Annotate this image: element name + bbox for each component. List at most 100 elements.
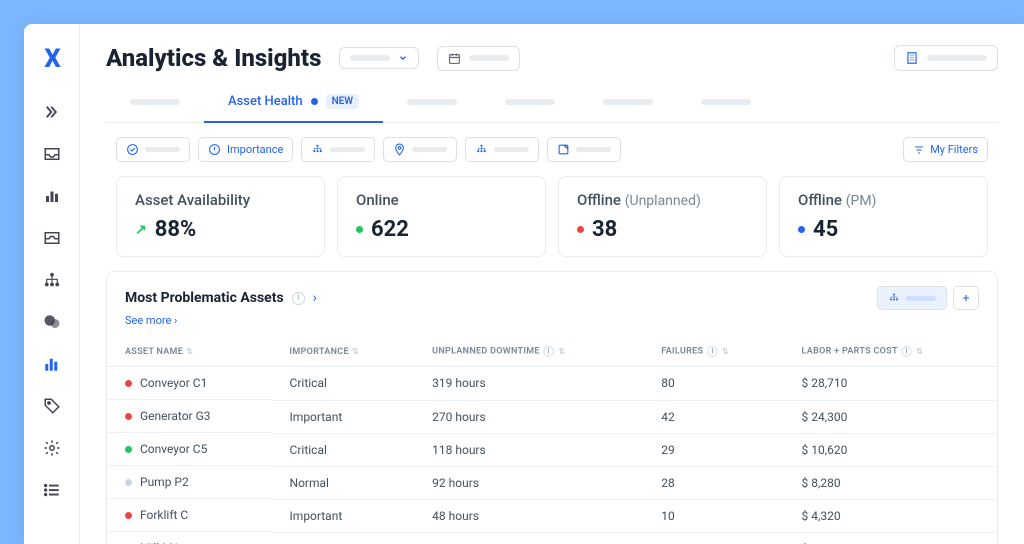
table-row[interactable]: Generator G3 Important270 hours42$ 24,300 (107, 400, 997, 433)
table-row[interactable]: Mill M1Important47 hours15$ 4,230 (107, 532, 997, 544)
importance-cell: Normal (272, 466, 415, 499)
kpi-label: Offline (PM) (798, 191, 969, 209)
downtime-cell: 92 hours (414, 466, 643, 499)
add-button[interactable]: + (953, 286, 979, 310)
tab-label: Asset Health (228, 94, 303, 109)
cost-cell: $ 4,320 (784, 499, 997, 532)
table-row[interactable]: Forklift CImportant48 hours10$ 4,320 (107, 499, 997, 532)
col-failures[interactable]: Failures i⇅ (643, 337, 783, 367)
page-title: Analytics & Insights (106, 44, 321, 72)
analytics-icon[interactable] (42, 354, 62, 374)
tab-item[interactable] (106, 82, 204, 122)
filter-chip[interactable] (383, 137, 457, 162)
filter-chip[interactable] (301, 137, 375, 162)
failures-cell: 42 (643, 400, 783, 433)
chat-icon[interactable] (42, 312, 62, 332)
see-more-link[interactable]: See more › (107, 310, 997, 337)
col-importance[interactable]: Importance⇅ (272, 337, 415, 367)
status-dot-icon (356, 226, 363, 233)
info-icon[interactable]: i (292, 292, 305, 305)
group-by-button[interactable] (877, 286, 947, 310)
table-row[interactable]: Conveyor C5Critical118 hours29$ 10,620 (107, 433, 997, 466)
kpi-online[interactable]: Online 622 (337, 176, 546, 257)
kpi-label: Offline (Unplanned) (577, 191, 748, 209)
col-downtime[interactable]: Unplanned Downtime i⇅ (414, 337, 643, 367)
asset-name: Generator G3 (140, 409, 211, 423)
kpi-value: 622 (356, 217, 527, 242)
kpi-value: ↗ 88% (135, 217, 306, 242)
filter-chip[interactable] (465, 137, 539, 162)
status-dot-icon (577, 226, 584, 233)
importance-cell: Critical (272, 367, 415, 401)
cost-cell: $ 8,280 (784, 466, 997, 499)
failures-cell: 10 (643, 499, 783, 532)
kpi-value: 45 (798, 217, 969, 242)
cost-cell: $ 24,300 (784, 400, 997, 433)
table-row[interactable]: Pump P2Normal92 hours28$ 8,280 (107, 466, 997, 499)
app-frame: X Analytics (24, 24, 1024, 544)
table-row[interactable]: Conveyor C1 Critical319 hours80$ 28,710 (107, 367, 997, 401)
filter-bar: Importance My Filters (106, 137, 998, 162)
hierarchy-icon[interactable] (42, 270, 62, 290)
status-dot-icon (798, 226, 805, 233)
tab-bar: Asset Health NEW (106, 82, 998, 123)
main-content: Analytics & Insights Asset Health (80, 24, 1024, 544)
failures-cell: 15 (643, 532, 783, 544)
importance-cell: Important (272, 400, 415, 433)
failures-cell: 28 (643, 466, 783, 499)
status-dot-icon (125, 380, 132, 387)
section-title: Most Problematic Assets (125, 290, 284, 306)
tab-item[interactable] (579, 82, 677, 122)
kpi-offline-pm[interactable]: Offline (PM) 45 (779, 176, 988, 257)
list-icon[interactable] (42, 480, 62, 500)
inbox-icon[interactable] (42, 144, 62, 164)
expand-icon[interactable] (42, 102, 62, 122)
col-asset-name[interactable]: Asset Name⇅ (107, 337, 272, 367)
kpi-label: Asset Availability (135, 191, 306, 209)
status-dot-icon (125, 479, 132, 486)
sidebar: X (24, 24, 80, 544)
cost-cell: $ 28,710 (784, 367, 997, 401)
chevron-right-icon[interactable]: › (313, 290, 317, 306)
header: Analytics & Insights (106, 44, 998, 72)
kpi-row: Asset Availability ↗ 88% Online 622 Offl… (106, 176, 998, 257)
downtime-cell: 319 hours (414, 367, 643, 401)
importance-cell: Important (272, 532, 415, 544)
location-selector[interactable] (894, 45, 998, 71)
col-cost[interactable]: Labor + Parts Cost i⇅ (784, 337, 997, 367)
asset-name: Conveyor C1 (140, 376, 207, 390)
my-filters-button[interactable]: My Filters (903, 137, 988, 162)
assets-table: Asset Name⇅ Importance⇅ Unplanned Downti… (107, 337, 997, 544)
filter-chip[interactable] (547, 137, 621, 162)
new-badge: NEW (326, 94, 360, 109)
asset-name: Conveyor C5 (140, 442, 207, 456)
status-dot-icon (125, 512, 132, 519)
date-picker[interactable] (437, 46, 520, 71)
importance-cell: Important (272, 499, 415, 532)
tab-item[interactable] (677, 82, 775, 122)
downtime-cell: 47 hours (414, 532, 643, 544)
logo: X (44, 44, 59, 74)
status-dot-icon (125, 413, 132, 420)
tab-item[interactable] (383, 82, 481, 122)
kpi-offline-unplanned[interactable]: Offline (Unplanned) 38 (558, 176, 767, 257)
settings-icon[interactable] (42, 438, 62, 458)
chart-icon[interactable] (42, 186, 62, 206)
problematic-assets-section: Most Problematic Assets i › + See more ›… (106, 271, 998, 544)
outbox-icon[interactable] (42, 228, 62, 248)
scope-dropdown[interactable] (339, 47, 419, 69)
downtime-cell: 270 hours (414, 400, 643, 433)
downtime-cell: 118 hours (414, 433, 643, 466)
kpi-availability[interactable]: Asset Availability ↗ 88% (116, 176, 325, 257)
asset-name: Forklift C (140, 508, 188, 522)
cost-cell: $ 4,230 (784, 532, 997, 544)
table-header-row: Asset Name⇅ Importance⇅ Unplanned Downti… (107, 337, 997, 367)
failures-cell: 80 (643, 367, 783, 401)
filter-chip[interactable] (116, 137, 190, 162)
filter-importance[interactable]: Importance (198, 137, 293, 162)
tag-icon[interactable] (42, 396, 62, 416)
dot-icon (311, 98, 318, 105)
kpi-label: Online (356, 191, 527, 209)
tab-item[interactable] (481, 82, 579, 122)
tab-asset-health[interactable]: Asset Health NEW (204, 82, 383, 123)
